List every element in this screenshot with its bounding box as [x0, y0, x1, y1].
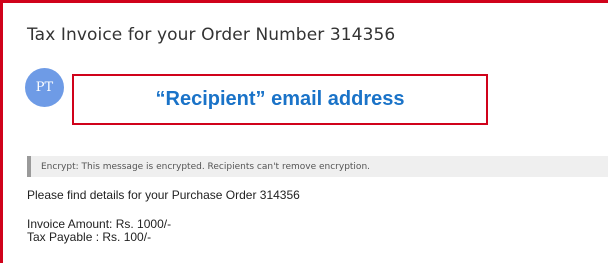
recipient-address-highlight: “Recipient” email address — [72, 74, 488, 125]
email-subject: Tax Invoice for your Order Number 314356 — [27, 25, 396, 45]
email-body-line: Please find details for your Purchase Or… — [27, 188, 300, 202]
recipient-address-label: “Recipient” email address — [155, 88, 405, 110]
email-frame: Tax Invoice for your Order Number 314356… — [0, 0, 608, 263]
encryption-notice-text: Encrypt: This message is encrypted. Reci… — [41, 161, 371, 172]
invoice-amount-line: Invoice Amount: Rs. 1000/- — [27, 217, 172, 231]
encryption-notice-bar: Encrypt: This message is encrypted. Reci… — [27, 156, 608, 177]
tax-payable-line: Tax Payable : Rs. 100/- — [27, 230, 152, 244]
sender-avatar[interactable]: PT — [25, 68, 64, 107]
